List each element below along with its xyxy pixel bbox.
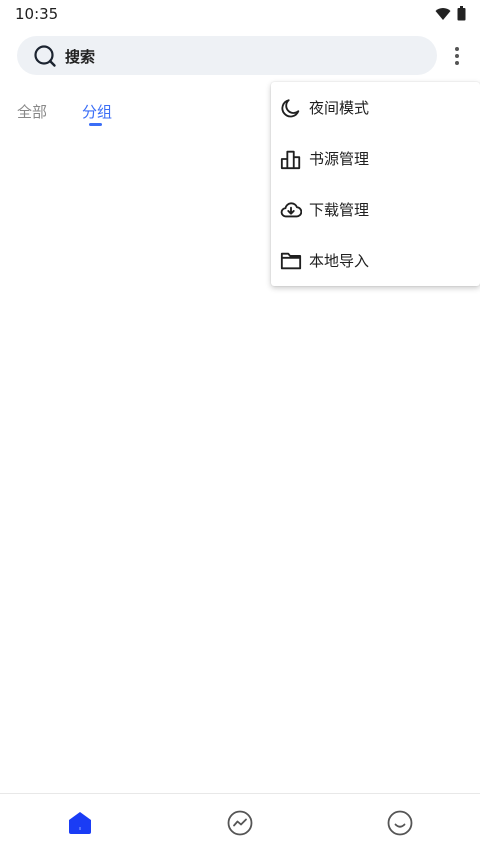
status-time: 10:35 bbox=[15, 5, 59, 23]
menu-item-label: 本地导入 bbox=[309, 252, 370, 270]
bottom-nav bbox=[0, 793, 480, 854]
battery-icon bbox=[457, 6, 466, 25]
status-icons bbox=[435, 6, 466, 25]
menu-item-label: 夜间模式 bbox=[309, 99, 370, 117]
search-bar[interactable]: 搜索 bbox=[17, 36, 437, 75]
moon-icon bbox=[279, 96, 303, 120]
status-bar: 10:35 bbox=[0, 0, 480, 28]
tab-all[interactable]: 全部 bbox=[17, 101, 47, 122]
home-icon bbox=[67, 810, 93, 840]
menu-item-download-manage[interactable]: 下载管理 bbox=[271, 184, 480, 235]
nav-trend[interactable] bbox=[225, 810, 255, 840]
app-screen: 10:35 搜索 全部 分组 夜间模式 书源管理 下载管理 本地导入 bbox=[0, 0, 480, 854]
more-vertical-icon[interactable] bbox=[446, 42, 468, 70]
menu-item-label: 书源管理 bbox=[309, 150, 370, 168]
nav-home[interactable] bbox=[65, 810, 95, 840]
tab-active-indicator bbox=[89, 123, 102, 126]
tab-group[interactable]: 分组 bbox=[82, 101, 112, 122]
search-label: 搜索 bbox=[65, 48, 96, 66]
menu-item-source-manage[interactable]: 书源管理 bbox=[271, 133, 480, 184]
wifi-icon bbox=[435, 6, 451, 25]
menu-item-night-mode[interactable]: 夜间模式 bbox=[271, 82, 480, 133]
nav-profile[interactable] bbox=[385, 810, 415, 840]
trend-icon bbox=[226, 809, 254, 841]
menu-item-local-import[interactable]: 本地导入 bbox=[271, 235, 480, 286]
bar-chart-icon bbox=[279, 147, 303, 171]
cloud-download-icon bbox=[279, 198, 303, 222]
overflow-menu: 夜间模式 书源管理 下载管理 本地导入 bbox=[271, 82, 480, 286]
smile-icon bbox=[386, 809, 414, 841]
menu-item-label: 下载管理 bbox=[309, 201, 370, 219]
search-icon bbox=[33, 44, 57, 72]
folder-icon bbox=[279, 249, 303, 273]
